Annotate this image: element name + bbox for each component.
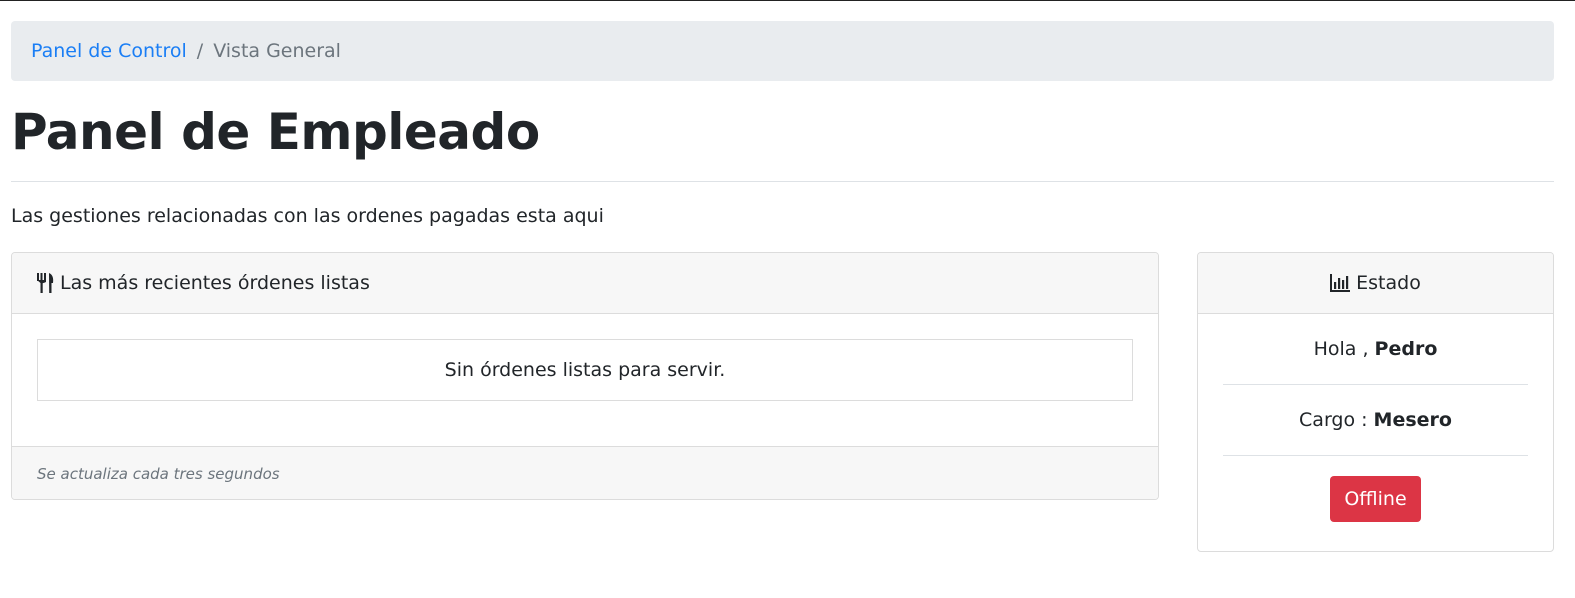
user-name: Pedro: [1374, 338, 1438, 360]
breadcrumb: Panel de Control / Vista General: [11, 21, 1554, 81]
greeting-row: Hola , Pedro: [1223, 314, 1528, 385]
empty-orders-message: Sin órdenes listas para servir.: [37, 339, 1133, 401]
role-value: Mesero: [1373, 409, 1452, 431]
recent-orders-header: Las más recientes órdenes listas: [12, 253, 1158, 314]
status-card: Estado Hola , Pedro Cargo : Mesero Offli…: [1197, 252, 1554, 552]
recent-orders-title: Las más recientes órdenes listas: [60, 272, 370, 294]
utensils-icon: [36, 273, 54, 293]
status-title: Estado: [1356, 272, 1421, 294]
chart-bar-icon: [1330, 274, 1351, 292]
status-button-wrapper: Offline: [1198, 456, 1553, 522]
role-label: Cargo :: [1299, 409, 1368, 431]
divider: [11, 181, 1554, 182]
greeting-label: Hola ,: [1313, 338, 1369, 360]
recent-orders-footer: Se actualiza cada tres segundos: [12, 446, 1158, 499]
role-row: Cargo : Mesero: [1223, 385, 1528, 456]
recent-orders-card: Las más recientes órdenes listas Sin órd…: [11, 252, 1159, 500]
recent-orders-body: Sin órdenes listas para servir.: [12, 314, 1158, 446]
offline-button[interactable]: Offline: [1330, 476, 1421, 522]
page-title: Panel de Empleado: [11, 103, 540, 161]
breadcrumb-current-vista-general: Vista General: [213, 40, 341, 62]
breadcrumb-link-panel-de-control[interactable]: Panel de Control: [31, 40, 187, 62]
breadcrumb-separator: /: [196, 40, 204, 62]
status-header: Estado: [1198, 253, 1553, 314]
page-description: Las gestiones relacionadas con las orden…: [11, 205, 604, 227]
